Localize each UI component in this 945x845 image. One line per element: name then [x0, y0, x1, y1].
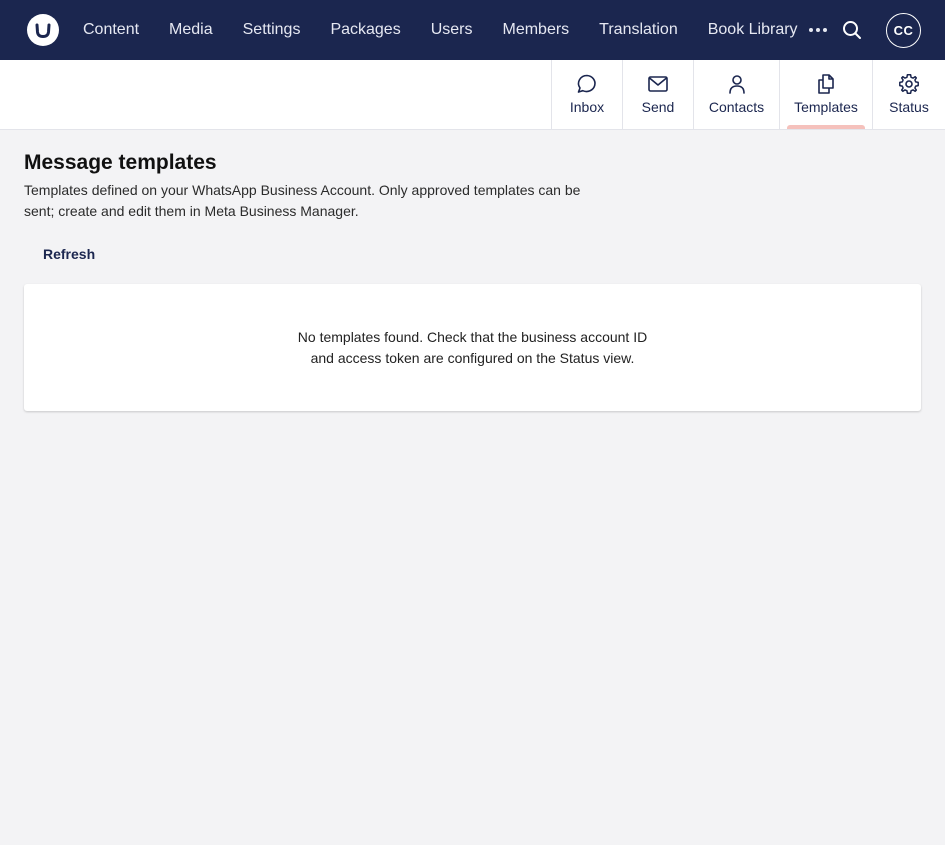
refresh-button[interactable]: Refresh	[24, 240, 114, 268]
templates-card: No templates found. Check that the busin…	[24, 284, 921, 411]
nav-content[interactable]: Content	[68, 0, 154, 60]
nav-settings[interactable]: Settings	[228, 0, 316, 60]
envelope-icon	[648, 76, 668, 92]
nav-book-library[interactable]: Book Library	[693, 0, 813, 60]
tab-contacts[interactable]: Contacts	[693, 60, 779, 129]
nav-media[interactable]: Media	[154, 0, 228, 60]
umbraco-logo[interactable]	[27, 14, 59, 46]
main-content: Message templates Templates defined on y…	[24, 150, 921, 411]
documents-icon	[818, 74, 834, 94]
tab-send[interactable]: Send	[622, 60, 693, 129]
tab-status[interactable]: Status	[872, 60, 945, 129]
tab-contacts-label: Contacts	[708, 99, 765, 115]
page-description: Templates defined on your WhatsApp Busin…	[24, 182, 581, 219]
tab-templates[interactable]: Templates	[779, 60, 872, 129]
tab-status-label: Status	[889, 99, 929, 115]
chat-bubble-icon	[577, 74, 596, 93]
nav-packages[interactable]: Packages	[315, 0, 415, 60]
tab-send-label: Send	[641, 99, 675, 115]
logo-icon	[35, 23, 51, 39]
main-nav: Content Media Settings Packages Users Me…	[68, 0, 813, 60]
tab-templates-label: Templates	[794, 99, 858, 115]
nav-members[interactable]: Members	[487, 0, 584, 60]
empty-state-message: No templates found. Check that the busin…	[297, 328, 648, 366]
page-title: Message templates	[24, 151, 217, 174]
section-tabs: Inbox Send Contacts Templates Status	[551, 60, 945, 129]
person-icon	[728, 75, 745, 94]
section-subheader: Inbox Send Contacts Templates Status	[0, 60, 945, 130]
more-sections-button[interactable]	[806, 18, 830, 42]
tab-inbox-label: Inbox	[569, 99, 605, 115]
nav-translation[interactable]: Translation	[584, 0, 693, 60]
ellipsis-icon	[809, 28, 827, 32]
nav-users[interactable]: Users	[416, 0, 488, 60]
gear-icon	[899, 74, 919, 94]
top-navigation-bar: Content Media Settings Packages Users Me…	[0, 0, 945, 60]
search-button[interactable]	[840, 18, 864, 42]
search-icon	[843, 21, 861, 39]
user-avatar[interactable]: CC	[886, 13, 921, 48]
tab-inbox[interactable]: Inbox	[551, 60, 622, 129]
